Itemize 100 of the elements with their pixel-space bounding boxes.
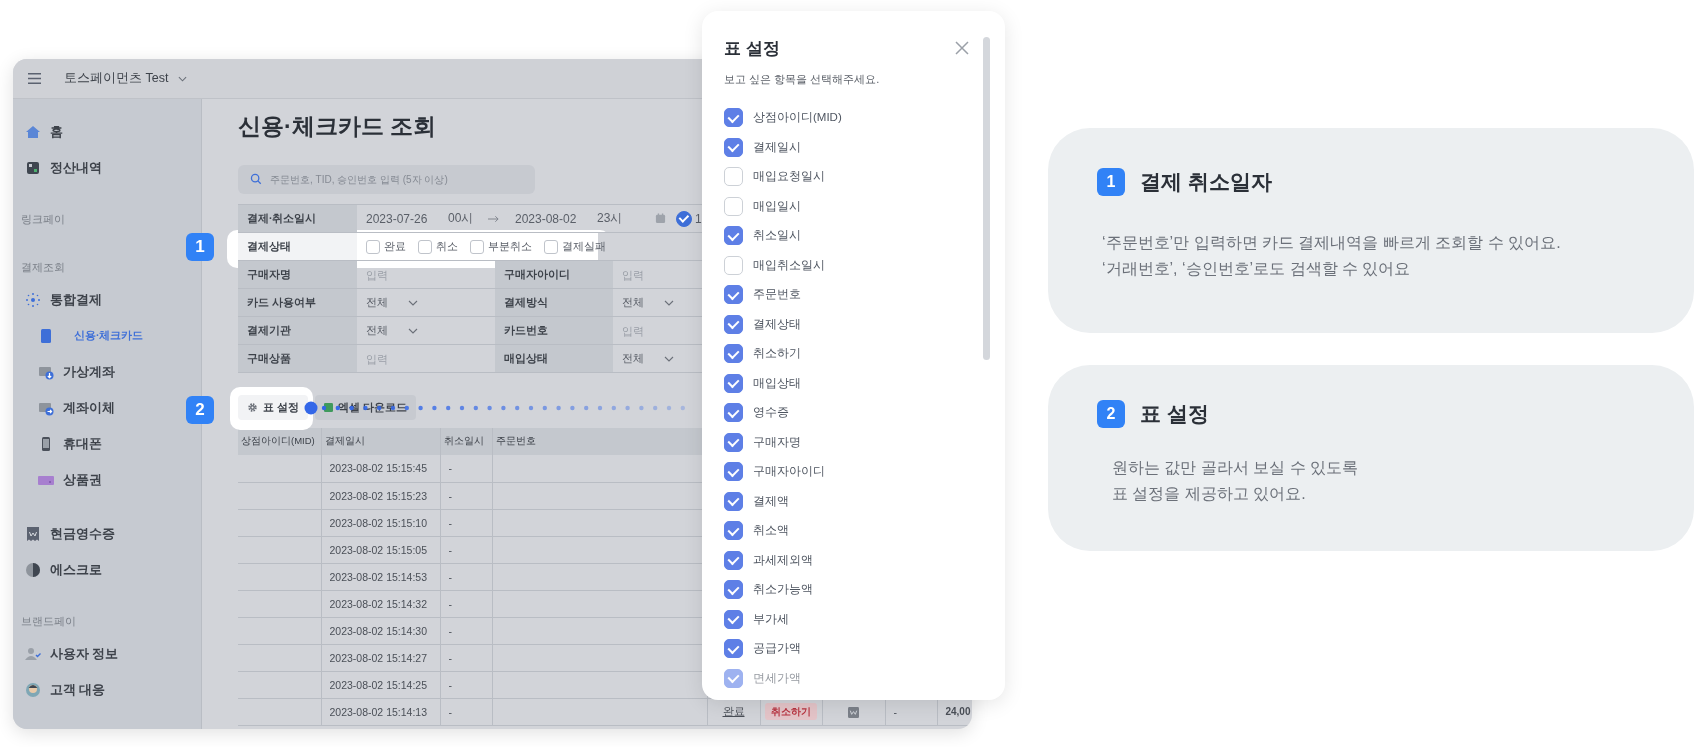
- checkbox[interactable]: [724, 432, 743, 452]
- close-icon[interactable]: [955, 41, 969, 55]
- menu-icon[interactable]: [27, 72, 42, 85]
- sidebar-item[interactable]: 홈: [13, 114, 69, 150]
- table-cell: -: [440, 509, 492, 536]
- status-link[interactable]: 완료: [722, 704, 745, 717]
- checkbox[interactable]: [724, 344, 743, 364]
- sidebar-item[interactable]: 현금영수증: [13, 516, 121, 552]
- table-cell: -: [440, 563, 492, 590]
- checkbox[interactable]: [724, 137, 743, 157]
- filter-label: 카드 사용여부: [238, 289, 357, 316]
- sidebar-item[interactable]: 통합결제: [13, 282, 108, 318]
- checkbox[interactable]: [724, 609, 743, 629]
- section-heading: 브랜드페이: [20, 614, 77, 629]
- end-hour[interactable]: 23시: [597, 210, 637, 227]
- checkbox[interactable]: [724, 580, 743, 600]
- filter-label: 결제상태: [238, 233, 357, 260]
- chevron-down-icon: [408, 299, 418, 306]
- search-icon: [250, 173, 262, 185]
- checkbox[interactable]: [724, 550, 743, 570]
- card-down-arrow-icon: [38, 364, 54, 380]
- table-cell: -: [893, 705, 897, 718]
- sidebar-item[interactable]: 에스크로: [13, 552, 108, 588]
- checkbox[interactable]: [724, 521, 743, 541]
- select-field[interactable]: 전체: [366, 323, 418, 338]
- sidebar-item[interactable]: 휴대폰: [13, 426, 108, 462]
- end-date[interactable]: 2023-08-02: [515, 211, 597, 226]
- card-title: 결제 취소일자: [1140, 169, 1272, 195]
- column-header: 취소일시: [440, 428, 492, 455]
- checkbox[interactable]: [544, 239, 558, 254]
- select-field[interactable]: 전체: [622, 295, 674, 310]
- sidebar-item[interactable]: 계좌이체: [13, 390, 121, 426]
- sparkle-icon: [25, 292, 41, 308]
- start-date[interactable]: 2023-07-26: [366, 211, 448, 226]
- sidebar-item[interactable]: 고객 대응: [13, 672, 112, 708]
- sidebar-item[interactable]: 정산내역: [13, 150, 108, 186]
- checkbox[interactable]: [724, 462, 743, 482]
- filter-label: 결제·취소일시: [238, 205, 357, 232]
- table-cell: 2023-08-02 15:15:05: [321, 536, 440, 563]
- sidebar-item[interactable]: 가상계좌: [13, 354, 121, 390]
- checkbox[interactable]: [724, 668, 743, 688]
- checkbox-label: 공급가액: [753, 641, 801, 657]
- select-field[interactable]: 전체: [366, 295, 418, 310]
- checkbox[interactable]: [724, 314, 743, 334]
- checkbox-label: 구매자아이디: [753, 464, 825, 480]
- checkbox-label: 매입일시: [753, 198, 801, 214]
- card-icon: [38, 328, 54, 344]
- card-description: ‘주문번호’만 입력하면 카드 결제내역을 빠르게 조회할 수 있어요. ‘거래번호’, ‘승인번호’로도 검색할 수 있어요: [1102, 233, 1562, 279]
- checkbox[interactable]: [724, 373, 743, 393]
- step-badge: 1: [186, 233, 214, 261]
- start-hour[interactable]: 00시: [448, 210, 488, 227]
- checkbox[interactable]: [724, 639, 743, 659]
- workspace-selector[interactable]: 토스페이먼츠 Test: [64, 70, 188, 87]
- dialog-title: 표 설정: [724, 37, 780, 60]
- checkbox[interactable]: [366, 239, 380, 254]
- checkbox[interactable]: [470, 239, 484, 254]
- checkbox-label: 과세제외액: [753, 552, 813, 568]
- table-cell: -: [440, 698, 492, 725]
- period-preset[interactable]: 1: [676, 210, 702, 227]
- scrollbar[interactable]: [983, 37, 990, 360]
- filter-label: 매입상태: [495, 345, 613, 372]
- table-cell: -: [440, 455, 492, 482]
- page-title: 신용·체크카드 조회: [238, 112, 437, 141]
- select-field[interactable]: 전체: [622, 351, 674, 366]
- excel-download-button[interactable]: 엑셀 다운로드: [314, 395, 416, 420]
- receipt-icon[interactable]: [848, 706, 859, 718]
- cancel-button[interactable]: 취소하기: [765, 702, 817, 720]
- table-settings-button[interactable]: 표 설정: [238, 395, 308, 420]
- checkbox-label: 결제상태: [753, 316, 801, 332]
- checkbox[interactable]: [724, 226, 743, 246]
- dialog-subtitle: 보고 싶은 항목을 선택해주세요.: [724, 72, 881, 87]
- checkbox-label: 결제액: [753, 493, 789, 509]
- table-cell: 2023-08-02 15:15:10: [321, 509, 440, 536]
- checkbox[interactable]: [724, 491, 743, 511]
- step-badge: 2: [186, 396, 214, 424]
- table-cell: 2023-08-02 15:14:13: [321, 698, 440, 725]
- table-cell: 2023-08-02 15:15:45: [321, 455, 440, 482]
- sidebar-item[interactable]: 사용자 정보: [13, 636, 125, 672]
- checkbox[interactable]: [724, 108, 743, 128]
- amount-cell: 24,00: [945, 706, 971, 717]
- step-badge: 1: [1097, 168, 1125, 196]
- checkbox[interactable]: [418, 239, 432, 254]
- sidebar-item[interactable]: 상품권: [13, 462, 108, 498]
- column-header: 결제일시: [321, 428, 440, 455]
- house-icon: [25, 124, 41, 140]
- section-heading: 링크페이: [20, 212, 66, 227]
- checkbox-label: 구매자명: [753, 434, 801, 450]
- table-cell: 2023-08-02 15:14:30: [321, 617, 440, 644]
- table-cell: -: [440, 617, 492, 644]
- step-badge: 2: [1097, 400, 1125, 428]
- checkbox[interactable]: [724, 403, 743, 423]
- arrow-right-icon: [488, 214, 499, 223]
- user-check-icon: [25, 646, 41, 662]
- search-field[interactable]: 주문번호, TID, 승인번호 입력 (5자 이상): [238, 165, 535, 194]
- receipt-icon: [25, 526, 41, 542]
- checkbox-label: 부분취소: [488, 239, 532, 254]
- checkbox-label: 매입상태: [753, 375, 801, 391]
- column-header: 상점아이디(MID): [238, 428, 321, 455]
- filter-label: 카드번호: [495, 317, 613, 344]
- checkbox[interactable]: [724, 285, 743, 305]
